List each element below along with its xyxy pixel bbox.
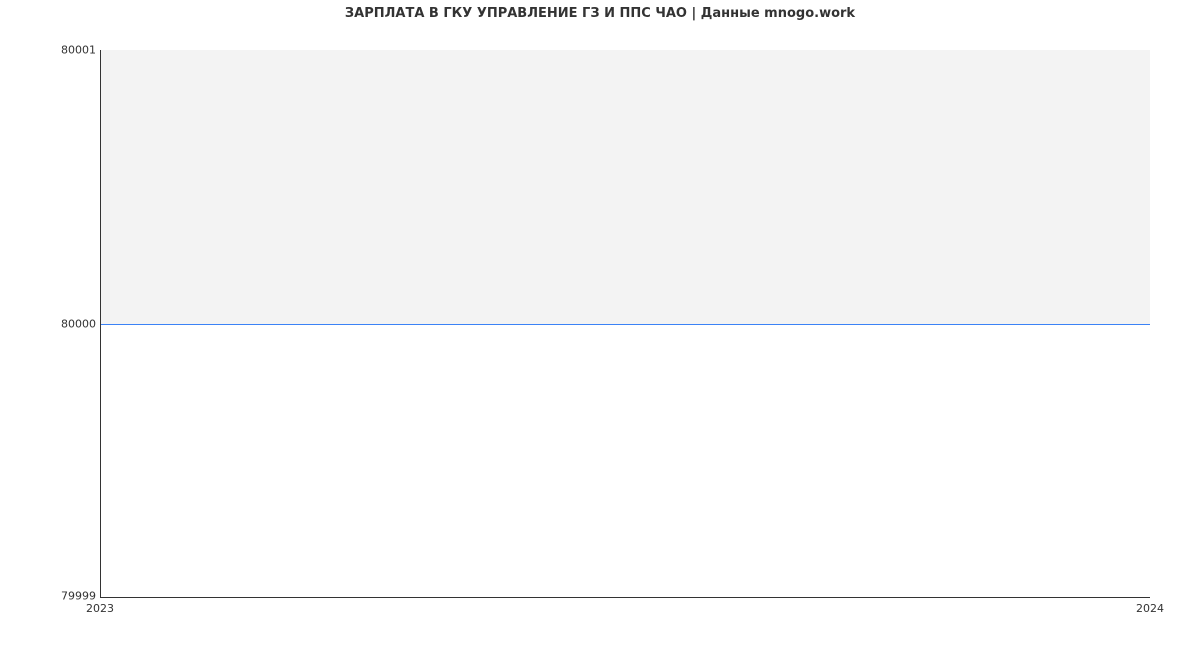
y-tick-label: 80000: [6, 318, 96, 331]
y-tick-label: 79999: [6, 590, 96, 603]
shaded-region: [101, 50, 1150, 324]
x-tick-label: 2023: [86, 602, 114, 615]
data-line: [101, 324, 1150, 325]
chart-title: ЗАРПЛАТА В ГКУ УПРАВЛЕНИЕ ГЗ И ППС ЧАО |…: [0, 6, 1200, 21]
plot-area: [100, 50, 1150, 598]
x-tick-label: 2024: [1136, 602, 1164, 615]
y-tick-label: 80001: [6, 44, 96, 57]
salary-chart: ЗАРПЛАТА В ГКУ УПРАВЛЕНИЕ ГЗ И ППС ЧАО |…: [0, 0, 1200, 650]
